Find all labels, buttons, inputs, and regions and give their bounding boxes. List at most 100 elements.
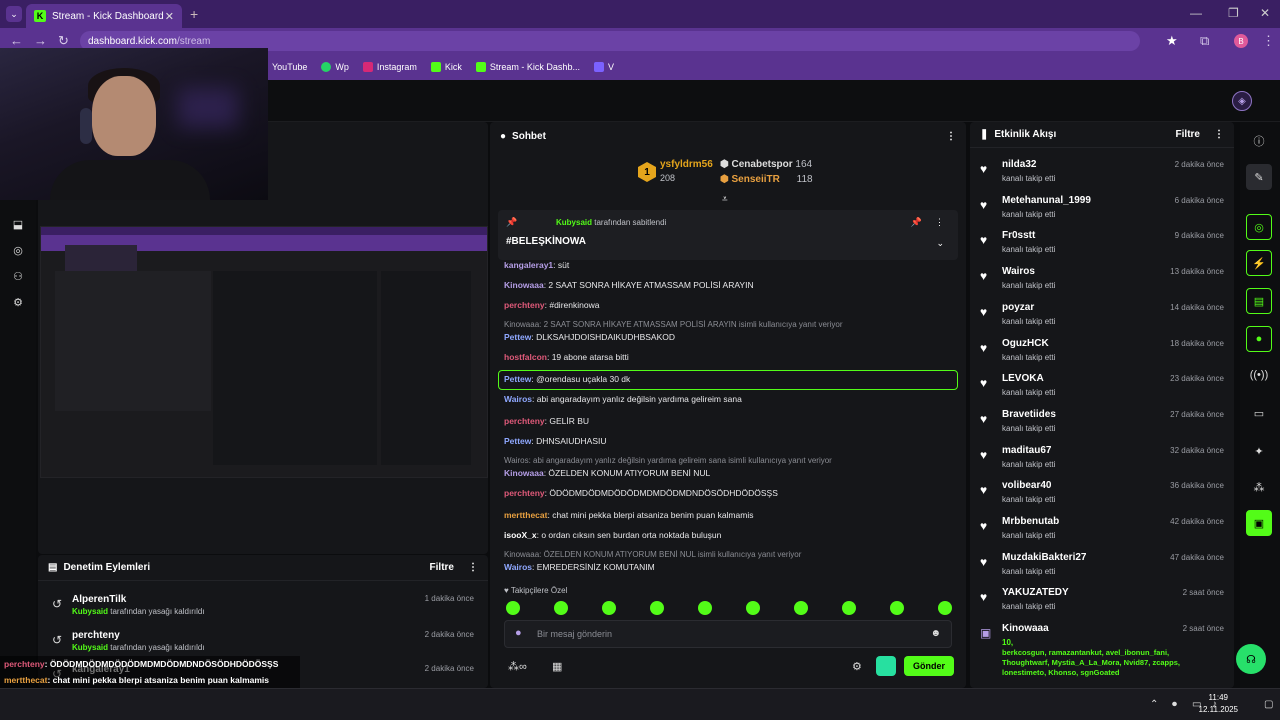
browser-menu-icon[interactable]: ⋮	[1262, 33, 1275, 49]
emote-icon[interactable]	[698, 601, 712, 615]
extensions-icon[interactable]: ⧉	[1200, 33, 1209, 49]
clock[interactable]: 11:49 12.11.2025	[1199, 692, 1238, 716]
feed-item[interactable]: ♥ MuzdakiBakteri27 kanalı takip etti 47 dak…	[978, 551, 1226, 585]
emote-icon[interactable]	[794, 601, 808, 615]
emote-icon[interactable]	[890, 601, 904, 615]
feed-filter-button[interactable]: Filtre	[1176, 129, 1200, 140]
chat-username[interactable]: kangaleray1	[504, 260, 553, 270]
bookmark-kick[interactable]: Kick	[430, 62, 462, 72]
target-icon[interactable]: ◎	[10, 242, 26, 258]
clipboard-icon[interactable]: ▤	[1246, 288, 1272, 314]
chat-input[interactable]: ● Bir mesaj gönderin ☻	[504, 620, 952, 648]
feed-gift-item[interactable]: ▣ Kinowaaa 2 saat önce 10, berkcosgun, r…	[978, 622, 1226, 682]
send-button[interactable]: Gönder	[904, 656, 954, 676]
tray-chevron-icon[interactable]: ⌃	[1150, 699, 1158, 710]
chat-message[interactable]: Pettew: DLKSAHJDOISHDAIKUDHBSAKOD	[504, 332, 675, 342]
notification-icon[interactable]: ▢	[1264, 699, 1273, 710]
chat-username[interactable]: Kinowaaa	[504, 280, 544, 290]
target-icon[interactable]: ◎	[1246, 214, 1272, 240]
bookmark-kick-dashboard[interactable]: Stream - Kick Dashb...	[475, 62, 580, 72]
chat-icon[interactable]: ●	[1246, 326, 1272, 352]
gear-icon[interactable]: ⚙	[10, 294, 26, 310]
stream-icon[interactable]: ⬓	[10, 216, 26, 232]
bolt-icon[interactable]: ⚡	[1246, 250, 1272, 276]
emote-icon[interactable]	[746, 601, 760, 615]
chat-message[interactable]: kangaleray1: süt	[504, 260, 569, 270]
collapse-icon[interactable]: ⩡	[722, 194, 728, 205]
profile-avatar[interactable]: B	[1234, 34, 1248, 48]
feed-item[interactable]: ♥ maditau67 kanalı takip etti 32 dakika önc…	[978, 444, 1226, 478]
back-button[interactable]: ←	[10, 33, 23, 48]
emote-icon[interactable]	[506, 601, 520, 615]
chat-menu-icon[interactable]: ⋮	[946, 131, 956, 142]
kick-app-icon[interactable]: ▣	[1246, 510, 1272, 536]
chat-username[interactable]: Wairos	[504, 562, 532, 572]
chat-message[interactable]: Kinowaaa: ÖZELDEN KONUM ATIYORUM BENİ NU…	[504, 468, 710, 478]
wrench-icon[interactable]: ✦	[1246, 438, 1272, 464]
chevron-down-icon[interactable]: ⌄	[936, 238, 944, 249]
feed-menu-icon[interactable]: ⋮	[1214, 129, 1224, 140]
chat-username[interactable]: hostfalcon	[504, 352, 547, 362]
chat-settings-icon[interactable]: ⚙	[852, 660, 862, 673]
pinned-menu-icon[interactable]: ⋮	[935, 217, 944, 228]
forward-button[interactable]: →	[34, 33, 47, 48]
bookmark-instagram[interactable]: Instagram	[362, 62, 417, 72]
chat-message[interactable]: isooX_x: o ordan cıksın sen burdan orta …	[504, 530, 721, 540]
microphone-icon[interactable]: ⏺	[1172, 699, 1177, 710]
emote-icon[interactable]	[602, 601, 616, 615]
chat-message[interactable]: Pettew: DHNSAIUDHASIU	[504, 436, 607, 446]
emote-icon[interactable]	[938, 601, 952, 615]
stream-preview-video[interactable]	[40, 226, 488, 478]
store-icon[interactable]: ▦	[552, 660, 562, 673]
feed-item[interactable]: ♥ LEVOKA kanalı takip etti 23 dakika önce	[978, 372, 1226, 406]
new-tab-button[interactable]: +	[190, 6, 198, 22]
chat-username[interactable]: mertthecat	[504, 510, 547, 520]
feed-item[interactable]: ♥ nilda32 kanalı takip etti 2 dakika önce	[978, 158, 1226, 192]
user-avatar[interactable]: ◈	[1232, 91, 1252, 111]
feed-item[interactable]: ♥ Fr0sstt kanalı takip etti 9 dakika önce	[978, 229, 1226, 263]
bookmark-wp[interactable]: Wp	[321, 62, 349, 72]
layers-icon[interactable]: ▭	[1246, 400, 1272, 426]
emote-picker-icon[interactable]: ⁂∞	[508, 660, 527, 673]
chat-username[interactable]: Kinowaaa	[504, 468, 544, 478]
kick-rewards-icon[interactable]	[876, 656, 896, 676]
window-close-button[interactable]: ✕	[1260, 6, 1270, 20]
broadcast-icon[interactable]: ((•))	[1246, 362, 1272, 388]
feed-item[interactable]: ♥ Mrbbenutab kanalı takip etti 42 dakika ön…	[978, 515, 1226, 549]
chat-username[interactable]: perchteny	[504, 488, 545, 498]
feed-item[interactable]: ♥ YAKUZATEDY kanalı takip etti 2 saat önce	[978, 586, 1226, 620]
chat-username[interactable]: isooX_x	[504, 530, 537, 540]
info-icon[interactable]: ⓘ	[1246, 128, 1272, 154]
bookmark-star-icon[interactable]: ★	[1166, 33, 1178, 49]
reload-button[interactable]: ↻	[58, 33, 69, 49]
feed-item[interactable]: ♥ poyzar kanalı takip etti 14 dakika önce	[978, 301, 1226, 335]
feed-item[interactable]: ♥ OguzHCK kanalı takip etti 18 dakika önce	[978, 337, 1226, 371]
chat-message[interactable]: Kinowaaa: 2 SAAT SONRA HİKAYE ATMASSAM P…	[504, 280, 754, 290]
bookmark-youtube[interactable]: YouTube	[272, 62, 307, 72]
moderation-filter-button[interactable]: Filtre	[430, 562, 454, 573]
feed-item[interactable]: ♥ Bravetiides kanalı takip etti 27 dakika ö…	[978, 408, 1226, 442]
minimize-button[interactable]: —	[1190, 6, 1202, 20]
emoji-icon[interactable]: ☻	[930, 628, 941, 639]
chat-message[interactable]: perchteny: #direnkinowa	[504, 300, 599, 310]
maximize-button[interactable]: ❐	[1228, 6, 1239, 20]
moderation-item[interactable]: ↺ AlperenTilk Kubysaid tarafından yasağı…	[48, 591, 478, 625]
nodes-icon[interactable]: ⁂	[1246, 474, 1272, 500]
feed-item[interactable]: ♥ Wairos kanalı takip etti 13 dakika önce	[978, 265, 1226, 299]
chat-message[interactable]: Wairos: abi angaradayım yanlız değilsin …	[504, 394, 742, 404]
bookmark-v[interactable]: V	[593, 62, 614, 72]
browser-tab[interactable]: K Stream - Kick Dashboard ✕	[26, 4, 182, 28]
feed-item[interactable]: ♥ volibear40 kanalı takip etti 36 dakika ön…	[978, 479, 1226, 513]
tab-search-button[interactable]: ⌄	[6, 6, 22, 22]
chat-message[interactable]: perchteny: GELİR BU	[504, 416, 589, 426]
emote-icon[interactable]	[842, 601, 856, 615]
chat-message[interactable]: mertthecat: chat mini pekka blerpi atsan…	[504, 510, 753, 520]
tab-close-icon[interactable]: ✕	[165, 10, 174, 23]
users-icon[interactable]: ⚇	[10, 268, 26, 284]
mic-icon[interactable]: ●	[515, 627, 522, 639]
moderation-menu-icon[interactable]: ⋮	[468, 562, 478, 573]
chat-username[interactable]: Pettew	[504, 436, 531, 446]
emote-icon[interactable]	[650, 601, 664, 615]
chat-message[interactable]: Wairos: EMREDERSİNİZ KOMUTANIM	[504, 562, 655, 572]
chat-message[interactable]: perchteny: ÖDÖDMDÖDMDÖDÖDMDMDÖDMDNDÖSÖDH…	[504, 488, 778, 498]
